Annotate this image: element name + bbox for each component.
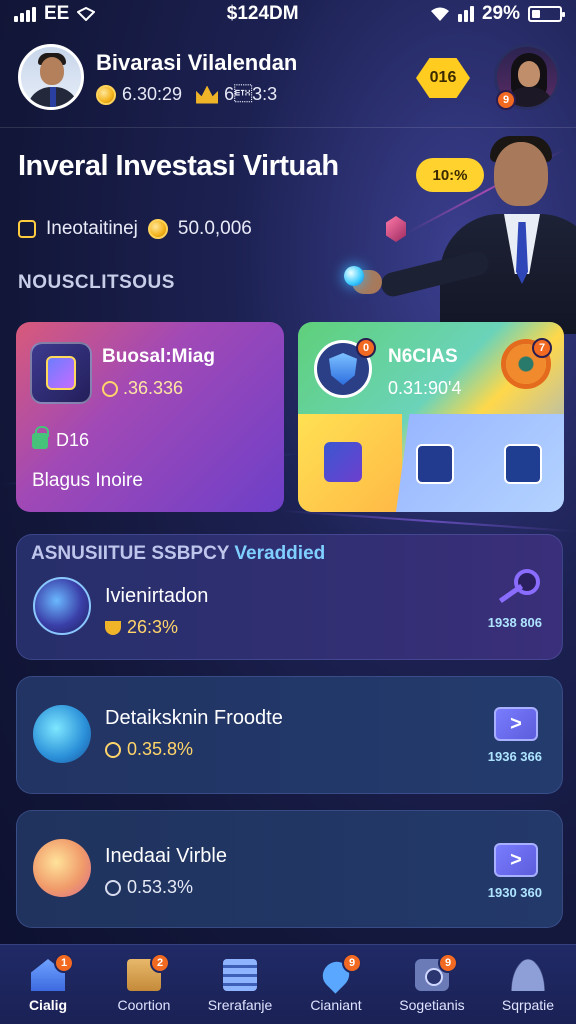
list-item-meta: 1938 806	[487, 615, 542, 630]
report-icon[interactable]	[416, 444, 454, 484]
list-item[interactable]: Inedaai Virble 0.53.3% > 1930 360	[16, 810, 563, 928]
nav-badge: 9	[342, 953, 362, 973]
hero-label: Ineotaitinej	[46, 218, 138, 239]
status-left: EE	[14, 3, 96, 25]
status-bar: EE $124DM 29%	[0, 0, 576, 28]
carrier-label: EE	[44, 3, 70, 24]
coin-icon	[102, 380, 118, 397]
card-title: Buosal:Miag	[102, 346, 215, 367]
card-title: N6CIAS	[388, 346, 458, 367]
nav-label: Sqrpatie	[501, 997, 555, 1013]
list-item-value: 26:3%	[105, 617, 178, 638]
nav-item-location[interactable]: Cianiant 9	[288, 945, 384, 1024]
list-item-value-text: 0.35.8%	[127, 739, 194, 759]
signal-icon	[14, 6, 36, 22]
books-icon	[33, 839, 91, 897]
nav-label: Cialig	[28, 997, 68, 1013]
wallet-icon	[18, 220, 36, 238]
wifi-icon	[430, 7, 449, 21]
light-streak	[280, 509, 576, 533]
card-value: .36.336	[102, 378, 183, 399]
list-item-value-text: 0.53.3%	[127, 877, 194, 897]
feature-card-left[interactable]: Buosal:Miag .36.336 D16 Blagus Inoire	[16, 322, 284, 512]
coin-icon	[105, 879, 121, 896]
lock-icon	[32, 425, 49, 449]
nav-badge: 1	[54, 953, 74, 973]
gear-badge: 7	[532, 338, 552, 358]
battery-icon	[528, 6, 565, 22]
hero-amount: 50.0,006	[177, 218, 252, 239]
coin-stat: 6.30:29	[96, 84, 182, 105]
lock-row: D16	[32, 425, 90, 451]
lock-text: D16	[56, 430, 90, 450]
list-item-title: Inedaai Virble	[105, 845, 227, 867]
trophy-icon	[105, 620, 121, 635]
stack-icon	[223, 959, 257, 991]
section-label: NOUSCLITSOUS	[18, 272, 175, 293]
user-name: Bivarasi Vilalendan	[96, 50, 298, 75]
nav-label: Cianiant	[310, 997, 362, 1013]
level-badge[interactable]: 016	[416, 58, 470, 98]
nav-item-home[interactable]: Cialig 1	[0, 945, 96, 1024]
list-item-title: Detaiksknin Froodte	[105, 707, 283, 729]
nav-item-profile[interactable]: Sqrpatie	[480, 945, 576, 1024]
rocket-icon	[33, 705, 91, 763]
coin-icon	[147, 219, 168, 239]
bottom-navigation: Cialig 1 Coortion 2 Srerafanje Cianiant …	[0, 944, 576, 1024]
nav-label: Coortion	[117, 997, 171, 1013]
nav-badge: 9	[438, 953, 458, 973]
user-avatar[interactable]	[18, 44, 84, 110]
rank-stat: 63:3	[196, 84, 277, 105]
cell-signal-icon	[457, 6, 474, 22]
open-button[interactable]: >	[494, 707, 538, 741]
cube-app-icon	[30, 342, 92, 404]
rank-value: 63:3	[224, 84, 278, 104]
battery-percent: 29%	[481, 3, 520, 24]
feature-card-right[interactable]: 0 N6CIAS 0.31:90'4 7	[298, 322, 564, 512]
hero-title: Inveral Investasi Virtuah	[18, 150, 339, 182]
shield-badge: 0	[356, 338, 376, 358]
list-item-meta: 1930 360	[487, 885, 542, 900]
list-item-meta: 1936 366	[487, 749, 542, 764]
edit-icon[interactable]	[504, 444, 542, 484]
list-item-value: 0.53.3%	[105, 877, 193, 898]
coin-icon	[96, 84, 116, 105]
nav-label: Sogetianis	[399, 997, 465, 1013]
nav-badge: 2	[150, 953, 170, 973]
globe-icon	[33, 577, 91, 635]
list-section-header: ASNUSIITUE SSBPCY Veraddied	[31, 543, 325, 565]
location-icon	[77, 7, 96, 21]
coin-icon	[105, 741, 121, 758]
hero-percent-pill[interactable]: 10:%	[416, 158, 484, 192]
nav-label: Srerafanje	[207, 997, 273, 1013]
nav-item-stack[interactable]: Srerafanje	[192, 945, 288, 1024]
hero-meta: Ineotaitinej 50.0,006	[18, 218, 252, 240]
list-item-title: Ivienirtadon	[105, 585, 209, 607]
list-item[interactable]: ASNUSIITUE SSBPCY Veraddied Ivienirtadon…	[16, 534, 563, 660]
gem-icon	[386, 216, 406, 242]
nav-item-camera[interactable]: Sogetianis 9	[384, 945, 480, 1024]
list-item-value-text: 26:3%	[127, 617, 179, 637]
card-footer: Blagus Inoire	[32, 470, 143, 491]
list-header-text: ASNUSIITUE SSBPCY	[31, 543, 230, 564]
coin-value: 6.30:29	[122, 84, 183, 104]
nav-item-collection[interactable]: Coortion 2	[96, 945, 192, 1024]
avatar-notification-badge: 9	[496, 90, 516, 110]
open-button[interactable]: >	[494, 843, 538, 877]
document-stack-icon[interactable]	[324, 442, 362, 482]
user-icon	[511, 959, 545, 991]
list-item[interactable]: Detaiksknin Froodte 0.35.8% > 1936 366	[16, 676, 563, 794]
card-value: 0.31:90'4	[388, 378, 462, 398]
profile-header: Bivarasi Vilalendan 6.30:29 63:3 016 9	[0, 30, 576, 128]
user-stats: 6.30:29 63:3	[96, 84, 277, 105]
crown-icon	[196, 85, 219, 104]
list-item-value: 0.35.8%	[105, 739, 193, 760]
card-value-text: .36.336	[123, 378, 184, 398]
glowing-orb-icon	[344, 266, 364, 286]
list-header-accent: Veraddied	[234, 543, 326, 564]
key-icon[interactable]	[496, 569, 540, 605]
status-right: 29%	[430, 3, 565, 25]
status-time: $124DM	[226, 3, 299, 24]
